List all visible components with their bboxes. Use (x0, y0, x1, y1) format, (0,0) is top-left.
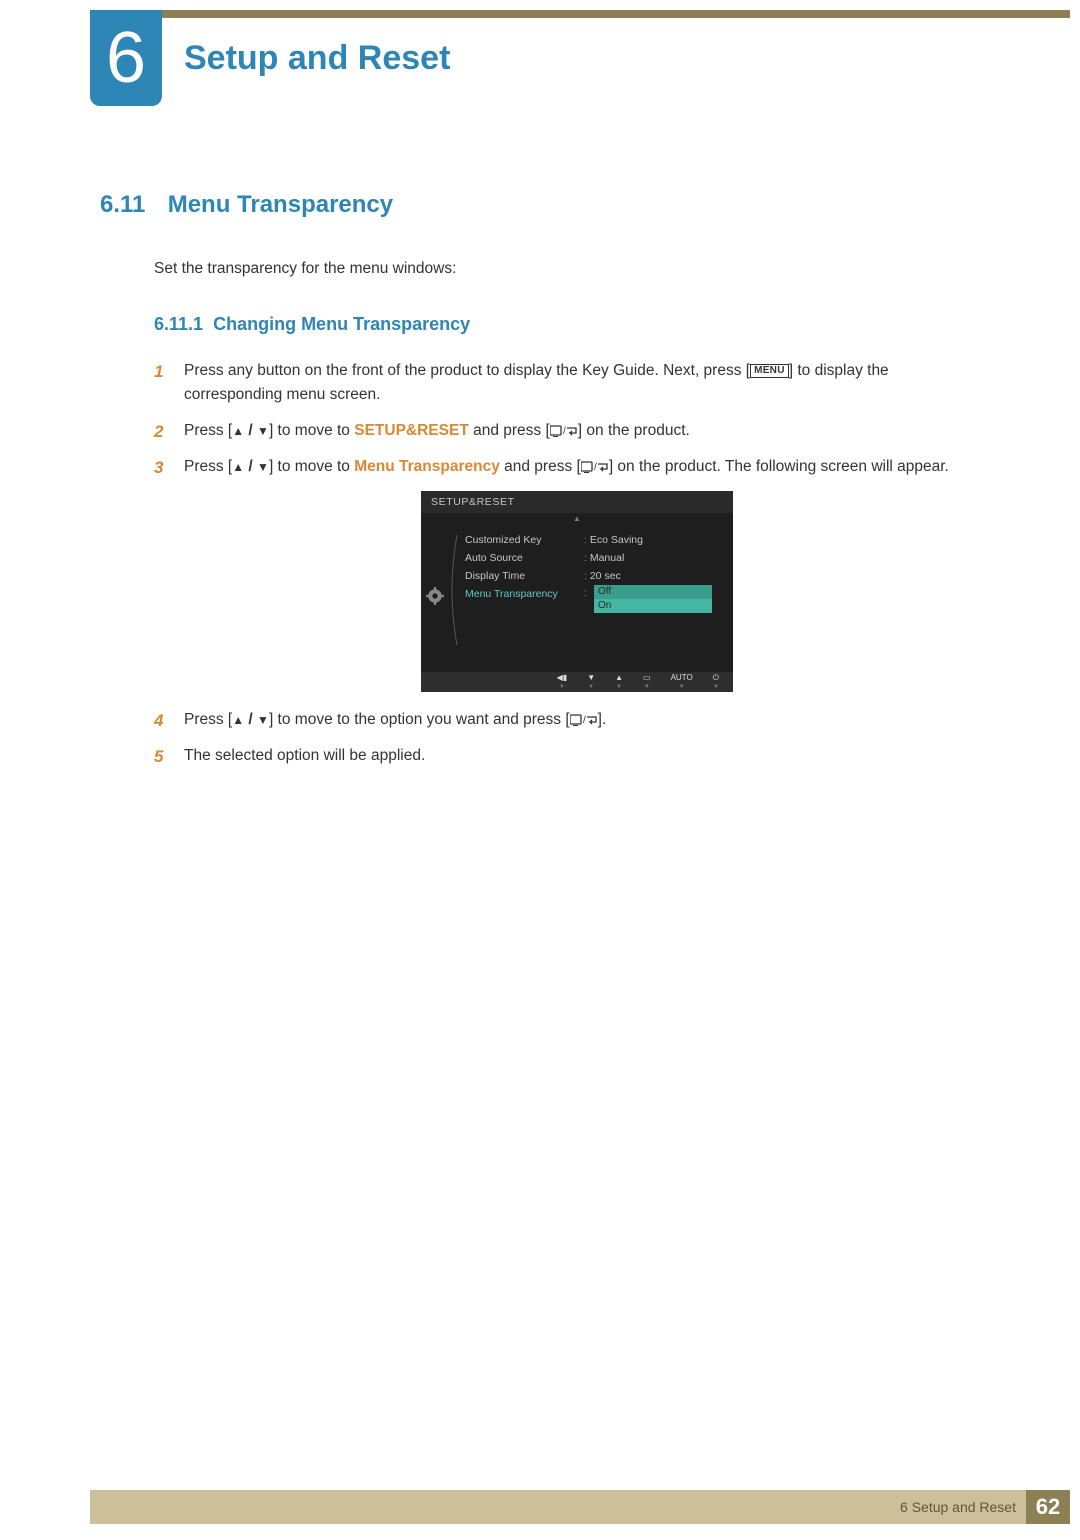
step-text: ] to move to (269, 422, 354, 439)
page-content: 6.11 Menu Transparency Set the transpare… (0, 106, 1080, 768)
step-number: 2 (154, 419, 163, 445)
chapter-number-box: 6 (90, 10, 162, 106)
step-text: The selected option will be applied. (184, 747, 425, 764)
up-arrow-icon: ▲ (232, 425, 244, 437)
osd-labels-column: Customized Key Auto Source Display Time … (461, 531, 580, 646)
step-number: 1 (154, 359, 163, 385)
footer-chapter-text: 6 Setup and Reset (900, 1499, 1026, 1515)
subsection-title: Changing Menu Transparency (213, 314, 470, 334)
down-arrow-icon: ▼ (257, 461, 269, 473)
osd-row-label: Display Time (465, 567, 580, 585)
step-number: 3 (154, 455, 163, 481)
step-2: 2 Press [▲ / ▼] to move to SETUP&RESET a… (154, 419, 970, 443)
down-arrow-icon: ▼ (257, 714, 269, 726)
osd-screenshot: SETUP&RESET ▲ Customized Key Auto Source… (421, 491, 733, 692)
osd-row-label: Customized Key (465, 531, 580, 549)
section-number: 6.11 (100, 191, 145, 218)
step-text: and press [ (469, 422, 550, 439)
step-1: 1 Press any button on the front of the p… (154, 359, 970, 407)
svg-text:/: / (583, 715, 586, 726)
osd-up-icon: ▲▼ (615, 674, 623, 690)
step-target: Menu Transparency (354, 458, 500, 475)
footer-page-number: 62 (1026, 1490, 1070, 1524)
step-text: Press [ (184, 458, 232, 475)
section-title: Menu Transparency (168, 191, 393, 218)
step-text: ] to move to the option you want and pre… (269, 711, 570, 728)
osd-down-icon: ▼▼ (587, 674, 595, 690)
section-intro-text: Set the transparency for the menu window… (154, 257, 970, 281)
chapter-title: Setup and Reset (184, 39, 450, 78)
osd-body: Customized Key Auto Source Display Time … (421, 523, 733, 672)
osd-row-label: Auto Source (465, 549, 580, 567)
osd-title: SETUP&RESET (421, 491, 733, 513)
step-text: ] to move to (269, 458, 354, 475)
enter-source-icon: / (581, 458, 609, 475)
step-text: ]. (598, 711, 607, 728)
step-number: 5 (154, 744, 163, 770)
step-text: and press [ (500, 458, 581, 475)
subsection-header: 6.11.1 Changing Menu Transparency (154, 311, 970, 339)
osd-enter-icon: ▭▼ (643, 674, 651, 690)
osd-footer-keys: ◀▮▼ ▼▼ ▲▼ ▭▼ AUTO▼ ⏻▼ (421, 672, 733, 692)
osd-auto-label: AUTO▼ (671, 674, 693, 690)
osd-scroll-up-icon: ▲ (421, 513, 733, 523)
osd-dropdown: : Off On (584, 585, 721, 601)
osd-row-label-highlighted: Menu Transparency (465, 585, 580, 603)
osd-power-icon: ⏻▼ (713, 674, 719, 690)
gear-icon (426, 587, 444, 605)
svg-text:/: / (594, 462, 597, 473)
down-arrow-icon: ▼ (257, 425, 269, 437)
osd-values-column: Eco Saving Manual 20 sec : Off On (580, 531, 721, 646)
osd-category-icon-col (423, 545, 447, 646)
page-footer: 6 Setup and Reset 62 (90, 1490, 1070, 1524)
chapter-header: 6 Setup and Reset (0, 10, 1080, 106)
osd-row-value: Manual (584, 549, 721, 567)
step-3: 3 Press [▲ / ▼] to move to Menu Transpar… (154, 455, 970, 692)
up-arrow-icon: ▲ (232, 714, 244, 726)
step-text: ] on the product. The following screen w… (609, 458, 949, 475)
subsection-number: 6.11.1 (154, 314, 203, 334)
steps-list: 1 Press any button on the front of the p… (154, 359, 970, 768)
step-target: SETUP&RESET (354, 422, 469, 439)
osd-row-value: 20 sec (584, 567, 721, 585)
menu-key-icon: MENU (750, 364, 789, 378)
osd-curve-decoration (447, 531, 461, 646)
step-text: Press any button on the front of the pro… (184, 362, 750, 379)
step-4: 4 Press [▲ / ▼] to move to the option yo… (154, 708, 970, 732)
step-5: 5 The selected option will be applied. (154, 744, 970, 768)
osd-dropdown-option: On (594, 599, 712, 613)
step-number: 4 (154, 708, 163, 734)
section-header: 6.11 Menu Transparency (100, 186, 970, 223)
up-arrow-icon: ▲ (232, 461, 244, 473)
osd-back-icon: ◀▮▼ (557, 674, 568, 690)
step-text: Press [ (184, 711, 232, 728)
osd-row-value: Eco Saving (584, 531, 721, 549)
step-text: Press [ (184, 422, 232, 439)
osd-dropdown-option-selected: Off (594, 585, 712, 599)
enter-source-icon: / (550, 422, 578, 439)
enter-source-icon: / (570, 711, 598, 728)
svg-text:/: / (563, 426, 566, 437)
step-text: ] on the product. (578, 422, 690, 439)
